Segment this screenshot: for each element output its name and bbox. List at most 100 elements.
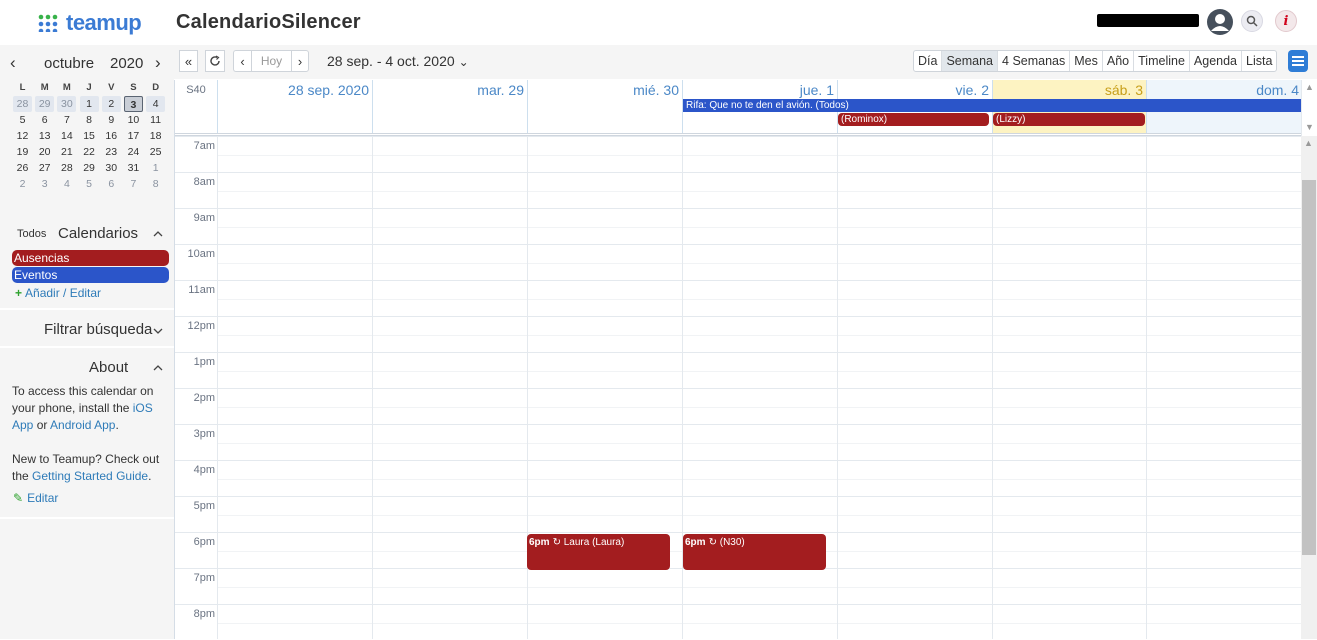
all-day-event[interactable]: Rifa: Que no te den el avión. (Todos) xyxy=(683,99,1301,112)
getting-started-link[interactable]: Getting Started Guide xyxy=(32,469,148,483)
day-header[interactable]: mar. 29 xyxy=(372,80,527,133)
mini-day[interactable]: 21 xyxy=(57,144,76,160)
android-app-link[interactable]: Android App xyxy=(50,418,115,432)
user-icon[interactable] xyxy=(1207,9,1233,35)
mini-day[interactable]: 2 xyxy=(13,176,32,192)
info-button[interactable]: i xyxy=(1275,10,1297,32)
mini-day[interactable]: 10 xyxy=(124,112,143,128)
mini-day[interactable]: 1 xyxy=(146,160,165,176)
mini-day[interactable]: 22 xyxy=(80,144,99,160)
mini-day[interactable]: 30 xyxy=(102,160,121,176)
menu-button[interactable] xyxy=(1288,50,1308,72)
teamup-logo[interactable]: teamup xyxy=(38,10,142,35)
mini-day[interactable]: 2 xyxy=(101,96,121,112)
next-week-button[interactable]: › xyxy=(291,50,309,72)
mini-day[interactable]: 8 xyxy=(80,112,99,128)
mini-day[interactable]: 27 xyxy=(35,160,54,176)
scroll-down-icon[interactable]: ▼ xyxy=(1305,122,1314,132)
tab-timeline[interactable]: Timeline xyxy=(1134,51,1190,71)
mini-day-today[interactable]: 3 xyxy=(123,96,143,112)
time-grid[interactable]: 7am 8am 9am 10am 11am 12pm 1pm 2pm 3pm 4… xyxy=(175,136,1302,639)
mini-day[interactable]: 4 xyxy=(57,176,76,192)
mini-day[interactable]: 28 xyxy=(57,160,76,176)
mini-day[interactable]: 26 xyxy=(13,160,32,176)
mini-day[interactable]: 11 xyxy=(146,112,165,128)
mini-day[interactable]: 14 xyxy=(57,128,76,144)
mini-day[interactable]: 12 xyxy=(13,128,32,144)
mini-day[interactable]: 7 xyxy=(57,112,76,128)
mini-next-month-icon[interactable]: › xyxy=(155,53,161,73)
day-header-label[interactable]: mar. 29 xyxy=(477,82,524,98)
all-day-event[interactable]: (Lizzy) xyxy=(993,113,1145,126)
day-header-label[interactable]: mié. 30 xyxy=(633,82,679,98)
scroll-up-icon[interactable]: ▲ xyxy=(1304,138,1313,148)
chevron-up-icon[interactable] xyxy=(152,228,164,240)
mini-day[interactable]: 6 xyxy=(35,112,54,128)
tab-lista[interactable]: Lista xyxy=(1242,51,1276,71)
refresh-button[interactable] xyxy=(205,50,225,72)
mini-day[interactable]: 5 xyxy=(80,176,99,192)
mini-day[interactable]: 30 xyxy=(57,96,77,112)
mini-day[interactable]: 5 xyxy=(13,112,32,128)
mini-day[interactable]: 24 xyxy=(124,144,143,160)
mini-day[interactable]: 18 xyxy=(146,128,165,144)
prev-week-button[interactable]: ‹ xyxy=(233,50,251,72)
mini-day[interactable]: 28 xyxy=(13,96,32,112)
add-edit-calendars-link[interactable]: + Añadir / Editar xyxy=(15,286,101,300)
tab-ano[interactable]: Año xyxy=(1103,51,1135,71)
calendars-section-header[interactable]: Todos Calendarios xyxy=(0,222,174,248)
mini-day[interactable]: 1 xyxy=(79,96,99,112)
mini-day[interactable]: 17 xyxy=(124,128,143,144)
scroll-up-icon[interactable]: ▲ xyxy=(1305,82,1314,92)
chevron-down-icon[interactable] xyxy=(152,325,164,337)
calendars-todos-link[interactable]: Todos xyxy=(17,228,46,240)
tab-mes[interactable]: Mes xyxy=(1070,51,1103,71)
chevron-up-icon[interactable] xyxy=(152,362,164,374)
mini-day[interactable]: 8 xyxy=(146,176,165,192)
search-button[interactable] xyxy=(1241,10,1263,32)
mini-day[interactable]: 6 xyxy=(102,176,121,192)
timed-event[interactable]: 6pm ↻ Laura (Laura) xyxy=(527,534,670,570)
about-edit-link[interactable]: ✎ Editar xyxy=(13,491,58,505)
mini-prev-month-icon[interactable]: ‹ xyxy=(10,53,16,73)
mini-month-label[interactable]: octubre xyxy=(44,55,94,72)
tab-agenda[interactable]: Agenda xyxy=(1190,51,1243,71)
day-header[interactable]: mié. 30 xyxy=(527,80,682,133)
tab-4-semanas[interactable]: 4 Semanas xyxy=(998,51,1071,71)
day-header-label[interactable]: dom. 4 xyxy=(1256,82,1299,98)
calendar-item-ausencias[interactable]: Ausencias xyxy=(12,250,169,266)
tab-dia[interactable]: Día xyxy=(914,51,943,71)
mini-day[interactable]: 9 xyxy=(102,112,121,128)
all-day-event[interactable]: (Rominox) xyxy=(838,113,989,126)
today-button[interactable]: Hoy xyxy=(251,50,291,72)
double-chevron-left-button[interactable]: « xyxy=(179,50,198,72)
day-header[interactable]: 28 sep. 2020 xyxy=(217,80,372,133)
mini-day[interactable]: 7 xyxy=(124,176,143,192)
day-header-label[interactable]: vie. 2 xyxy=(956,82,989,98)
mini-day[interactable]: 19 xyxy=(13,144,32,160)
mini-day[interactable]: 16 xyxy=(102,128,121,144)
all-day-scrollbar[interactable]: ▲ ▼ xyxy=(1301,80,1317,136)
time-grid-scrollbar[interactable]: ▲ xyxy=(1301,136,1317,639)
mini-day[interactable]: 29 xyxy=(80,160,99,176)
date-range-selector[interactable]: 28 sep. - 4 oct. 2020 ⌄ xyxy=(327,53,469,69)
day-header-label[interactable]: jue. 1 xyxy=(800,82,834,98)
tab-semana[interactable]: Semana xyxy=(942,51,999,71)
scrollbar-thumb[interactable] xyxy=(1302,180,1316,555)
mini-day[interactable]: 13 xyxy=(35,128,54,144)
mini-year-label[interactable]: 2020 xyxy=(110,55,143,72)
mini-day[interactable]: 29 xyxy=(35,96,55,112)
mini-day[interactable]: 31 xyxy=(124,160,143,176)
about-section-header[interactable]: About xyxy=(89,359,128,376)
mini-day[interactable]: 3 xyxy=(35,176,54,192)
day-header-label[interactable]: 28 sep. 2020 xyxy=(288,82,369,98)
mini-day[interactable]: 20 xyxy=(35,144,54,160)
filter-search-toggle[interactable]: Filtrar búsqueda xyxy=(44,321,152,338)
calendar-item-eventos[interactable]: Eventos xyxy=(12,267,169,283)
mini-day[interactable]: 23 xyxy=(102,144,121,160)
day-header-label[interactable]: sáb. 3 xyxy=(1105,82,1143,98)
mini-day[interactable]: 4 xyxy=(146,96,166,112)
mini-day[interactable]: 25 xyxy=(146,144,165,160)
timed-event[interactable]: 6pm ↻ (N30) xyxy=(683,534,826,570)
mini-day[interactable]: 15 xyxy=(80,128,99,144)
